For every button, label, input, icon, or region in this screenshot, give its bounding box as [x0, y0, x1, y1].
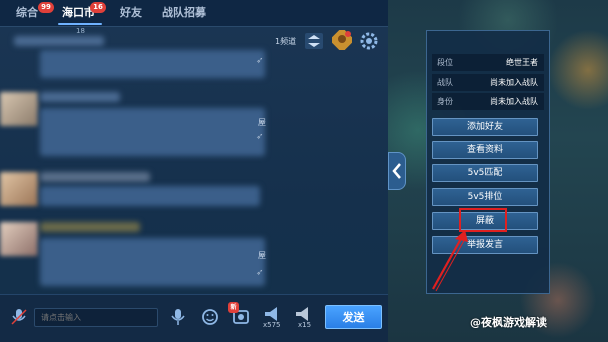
active-tab-indicator — [58, 23, 102, 25]
5v5-ranked-button[interactable]: 5v5排位 — [432, 188, 538, 206]
watermark: @夜枫游戏解读 — [470, 316, 547, 329]
avatar[interactable] — [0, 92, 38, 126]
info-key: 身份 — [437, 97, 453, 106]
info-row-rank: 段位 绝世王者 — [432, 54, 544, 71]
tab-team-recruit[interactable]: 战队招募 — [162, 3, 206, 23]
annotation-arrow-icon — [432, 230, 468, 292]
avatar[interactable] — [0, 172, 38, 206]
message-sent-arrow-icon: ➶ — [256, 56, 264, 66]
switch-channel-icon[interactable] — [304, 31, 324, 51]
avatar[interactable] — [0, 222, 38, 256]
view-profile-button[interactable]: 查看资料 — [432, 141, 538, 159]
info-row-team: 战队 尚未加入战队 — [432, 74, 544, 91]
5v5-match-button[interactable]: 5v5匹配 — [432, 164, 538, 182]
blurred-username — [40, 222, 140, 232]
blurred-username — [40, 172, 150, 182]
blurred-username — [40, 92, 120, 102]
message-sent-arrow-icon: ➶ — [256, 132, 264, 142]
send-button[interactable]: 发送 — [325, 305, 382, 329]
message-bubble — [40, 238, 265, 286]
new-badge: 新 — [228, 302, 239, 313]
add-friend-button[interactable]: 添加好友 — [432, 118, 538, 136]
tab-indicator-number: 18 — [76, 27, 85, 35]
tab-general[interactable]: 综合 — [16, 3, 38, 23]
info-key: 战队 — [437, 78, 453, 87]
message-fragment: 屋 — [258, 251, 266, 260]
message-fragment: 屋 — [258, 118, 266, 127]
channel-label[interactable]: 1频道 — [275, 36, 296, 47]
horn-count: x15 — [298, 321, 312, 329]
collapse-chat-button[interactable] — [388, 152, 406, 190]
voice-mute-icon[interactable] — [9, 307, 29, 327]
tab-general-badge: 99 — [38, 2, 54, 13]
info-value: 绝世王者 — [506, 58, 538, 67]
info-row-identity: 身份 尚未加入战队 — [432, 93, 544, 110]
chat-input[interactable] — [34, 308, 158, 327]
settings-gear-icon[interactable] — [359, 31, 379, 51]
message-bubble — [40, 186, 260, 206]
message-bubble — [40, 50, 265, 78]
game-chat-screen: 综合 99 海口市 16 18 好友 战队招募 1频道 ➶ 屋 ➶ 屋 ➶ 请点… — [0, 0, 608, 342]
microphone-icon[interactable] — [168, 307, 188, 327]
blurred-username — [14, 36, 104, 46]
info-key: 段位 — [437, 58, 453, 67]
message-bubble — [40, 108, 265, 156]
info-value: 尚未加入战队 — [490, 97, 538, 106]
tab-friends[interactable]: 好友 — [120, 3, 142, 23]
chevron-left-icon — [392, 163, 401, 179]
loudspeaker-count: x575 — [263, 321, 281, 329]
info-value: 尚未加入战队 — [490, 78, 538, 87]
location-pin-icon[interactable] — [332, 30, 352, 50]
message-sent-arrow-icon: ➶ — [256, 268, 264, 278]
emoji-icon[interactable] — [200, 307, 220, 327]
tab-city-badge: 16 — [90, 2, 106, 13]
